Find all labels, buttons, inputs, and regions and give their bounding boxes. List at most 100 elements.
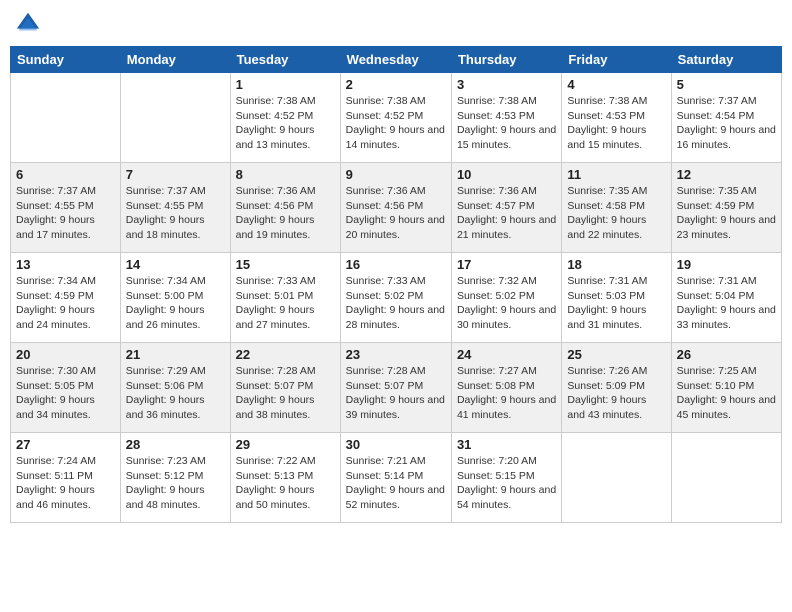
day-cell: 23 Sunrise: 7:28 AMSunset: 5:07 PMDayligh… bbox=[340, 343, 451, 433]
day-detail: Sunrise: 7:34 AMSunset: 4:59 PMDaylight:… bbox=[16, 274, 115, 333]
calendar-header-row: SundayMondayTuesdayWednesdayThursdayFrid… bbox=[11, 47, 782, 73]
day-number: 29 bbox=[236, 437, 335, 452]
day-detail: Sunrise: 7:35 AMSunset: 4:59 PMDaylight:… bbox=[677, 184, 776, 243]
day-number: 26 bbox=[677, 347, 776, 362]
day-number: 3 bbox=[457, 77, 556, 92]
day-cell bbox=[120, 73, 230, 163]
day-cell bbox=[671, 433, 781, 523]
day-detail: Sunrise: 7:36 AMSunset: 4:56 PMDaylight:… bbox=[346, 184, 446, 243]
day-cell bbox=[562, 433, 671, 523]
day-detail: Sunrise: 7:36 AMSunset: 4:56 PMDaylight:… bbox=[236, 184, 335, 243]
day-cell: 12 Sunrise: 7:35 AMSunset: 4:59 PMDayligh… bbox=[671, 163, 781, 253]
day-number: 2 bbox=[346, 77, 446, 92]
day-detail: Sunrise: 7:38 AMSunset: 4:52 PMDaylight:… bbox=[236, 94, 335, 153]
col-header-wednesday: Wednesday bbox=[340, 47, 451, 73]
week-row-5: 27Sunrise: 7:24 AMSunset: 5:11 PMDayligh… bbox=[11, 433, 782, 523]
day-detail: Sunrise: 7:34 AMSunset: 5:00 PMDaylight:… bbox=[126, 274, 225, 333]
day-cell: 14 Sunrise: 7:34 AMSunset: 5:00 PMDayligh… bbox=[120, 253, 230, 343]
day-number: 24 bbox=[457, 347, 556, 362]
day-cell: 9 Sunrise: 7:36 AMSunset: 4:56 PMDaylight… bbox=[340, 163, 451, 253]
day-cell: 11 Sunrise: 7:35 AMSunset: 4:58 PMDayligh… bbox=[562, 163, 671, 253]
day-number: 19 bbox=[677, 257, 776, 272]
day-number: 12 bbox=[677, 167, 776, 182]
day-number: 7 bbox=[126, 167, 225, 182]
day-cell: 31Sunrise: 7:20 AMSunset: 5:15 PMDayligh… bbox=[451, 433, 561, 523]
day-cell: 17Sunrise: 7:32 AMSunset: 5:02 PMDayligh… bbox=[451, 253, 561, 343]
day-number: 23 bbox=[346, 347, 446, 362]
day-cell: 29 Sunrise: 7:22 AMSunset: 5:13 PMDayligh… bbox=[230, 433, 340, 523]
day-detail: Sunrise: 7:31 AMSunset: 5:04 PMDaylight:… bbox=[677, 274, 776, 333]
day-cell: 28Sunrise: 7:23 AMSunset: 5:12 PMDayligh… bbox=[120, 433, 230, 523]
col-header-thursday: Thursday bbox=[451, 47, 561, 73]
day-detail: Sunrise: 7:35 AMSunset: 4:58 PMDaylight:… bbox=[567, 184, 665, 243]
day-cell: 30 Sunrise: 7:21 AMSunset: 5:14 PMDayligh… bbox=[340, 433, 451, 523]
calendar-table: SundayMondayTuesdayWednesdayThursdayFrid… bbox=[10, 46, 782, 523]
day-cell: 26 Sunrise: 7:25 AMSunset: 5:10 PMDayligh… bbox=[671, 343, 781, 433]
day-number: 20 bbox=[16, 347, 115, 362]
col-header-friday: Friday bbox=[562, 47, 671, 73]
logo bbox=[14, 10, 46, 38]
day-detail: Sunrise: 7:37 AMSunset: 4:55 PMDaylight:… bbox=[126, 184, 225, 243]
day-detail: Sunrise: 7:25 AMSunset: 5:10 PMDaylight:… bbox=[677, 364, 776, 423]
day-detail: Sunrise: 7:21 AMSunset: 5:14 PMDaylight:… bbox=[346, 454, 446, 513]
day-number: 21 bbox=[126, 347, 225, 362]
day-detail: Sunrise: 7:32 AMSunset: 5:02 PMDaylight:… bbox=[457, 274, 556, 333]
day-cell: 21 Sunrise: 7:29 AMSunset: 5:06 PMDayligh… bbox=[120, 343, 230, 433]
day-detail: Sunrise: 7:38 AMSunset: 4:52 PMDaylight:… bbox=[346, 94, 446, 153]
day-detail: Sunrise: 7:23 AMSunset: 5:12 PMDaylight:… bbox=[126, 454, 225, 513]
day-cell: 25 Sunrise: 7:26 AMSunset: 5:09 PMDayligh… bbox=[562, 343, 671, 433]
day-detail: Sunrise: 7:27 AMSunset: 5:08 PMDaylight:… bbox=[457, 364, 556, 423]
day-cell bbox=[11, 73, 121, 163]
day-number: 9 bbox=[346, 167, 446, 182]
day-detail: Sunrise: 7:33 AMSunset: 5:01 PMDaylight:… bbox=[236, 274, 335, 333]
day-number: 25 bbox=[567, 347, 665, 362]
col-header-saturday: Saturday bbox=[671, 47, 781, 73]
day-cell: 16Sunrise: 7:33 AMSunset: 5:02 PMDayligh… bbox=[340, 253, 451, 343]
day-number: 13 bbox=[16, 257, 115, 272]
day-number: 6 bbox=[16, 167, 115, 182]
day-detail: Sunrise: 7:28 AMSunset: 5:07 PMDaylight:… bbox=[346, 364, 446, 423]
day-number: 5 bbox=[677, 77, 776, 92]
day-detail: Sunrise: 7:36 AMSunset: 4:57 PMDaylight:… bbox=[457, 184, 556, 243]
col-header-sunday: Sunday bbox=[11, 47, 121, 73]
day-cell: 10 Sunrise: 7:36 AMSunset: 4:57 PMDayligh… bbox=[451, 163, 561, 253]
day-cell: 1Sunrise: 7:38 AMSunset: 4:52 PMDaylight… bbox=[230, 73, 340, 163]
day-detail: Sunrise: 7:37 AMSunset: 4:54 PMDaylight:… bbox=[677, 94, 776, 153]
day-detail: Sunrise: 7:29 AMSunset: 5:06 PMDaylight:… bbox=[126, 364, 225, 423]
day-cell: 19 Sunrise: 7:31 AMSunset: 5:04 PMDayligh… bbox=[671, 253, 781, 343]
week-row-4: 20 Sunrise: 7:30 AMSunset: 5:05 PMDayligh… bbox=[11, 343, 782, 433]
day-cell: 18 Sunrise: 7:31 AMSunset: 5:03 PMDayligh… bbox=[562, 253, 671, 343]
day-cell: 2 Sunrise: 7:38 AMSunset: 4:52 PMDaylight… bbox=[340, 73, 451, 163]
day-cell: 15Sunrise: 7:33 AMSunset: 5:01 PMDayligh… bbox=[230, 253, 340, 343]
day-number: 16 bbox=[346, 257, 446, 272]
day-number: 10 bbox=[457, 167, 556, 182]
day-number: 22 bbox=[236, 347, 335, 362]
day-number: 30 bbox=[346, 437, 446, 452]
col-header-monday: Monday bbox=[120, 47, 230, 73]
day-cell: 13 Sunrise: 7:34 AMSunset: 4:59 PMDayligh… bbox=[11, 253, 121, 343]
day-number: 4 bbox=[567, 77, 665, 92]
day-number: 11 bbox=[567, 167, 665, 182]
day-cell: 3Sunrise: 7:38 AMSunset: 4:53 PMDaylight… bbox=[451, 73, 561, 163]
day-detail: Sunrise: 7:37 AMSunset: 4:55 PMDaylight:… bbox=[16, 184, 115, 243]
day-cell: 27Sunrise: 7:24 AMSunset: 5:11 PMDayligh… bbox=[11, 433, 121, 523]
day-cell: 8 Sunrise: 7:36 AMSunset: 4:56 PMDaylight… bbox=[230, 163, 340, 253]
week-row-1: 1Sunrise: 7:38 AMSunset: 4:52 PMDaylight… bbox=[11, 73, 782, 163]
day-number: 8 bbox=[236, 167, 335, 182]
day-cell: 24 Sunrise: 7:27 AMSunset: 5:08 PMDayligh… bbox=[451, 343, 561, 433]
day-number: 18 bbox=[567, 257, 665, 272]
day-cell: 20 Sunrise: 7:30 AMSunset: 5:05 PMDayligh… bbox=[11, 343, 121, 433]
day-detail: Sunrise: 7:24 AMSunset: 5:11 PMDaylight:… bbox=[16, 454, 115, 513]
day-cell: 6 Sunrise: 7:37 AMSunset: 4:55 PMDaylight… bbox=[11, 163, 121, 253]
week-row-3: 13 Sunrise: 7:34 AMSunset: 4:59 PMDayligh… bbox=[11, 253, 782, 343]
day-detail: Sunrise: 7:26 AMSunset: 5:09 PMDaylight:… bbox=[567, 364, 665, 423]
day-cell: 7 Sunrise: 7:37 AMSunset: 4:55 PMDaylight… bbox=[120, 163, 230, 253]
day-number: 14 bbox=[126, 257, 225, 272]
day-detail: Sunrise: 7:28 AMSunset: 5:07 PMDaylight:… bbox=[236, 364, 335, 423]
week-row-2: 6 Sunrise: 7:37 AMSunset: 4:55 PMDaylight… bbox=[11, 163, 782, 253]
day-detail: Sunrise: 7:38 AMSunset: 4:53 PMDaylight:… bbox=[567, 94, 665, 153]
day-cell: 22 Sunrise: 7:28 AMSunset: 5:07 PMDayligh… bbox=[230, 343, 340, 433]
day-detail: Sunrise: 7:22 AMSunset: 5:13 PMDaylight:… bbox=[236, 454, 335, 513]
day-detail: Sunrise: 7:30 AMSunset: 5:05 PMDaylight:… bbox=[16, 364, 115, 423]
day-detail: Sunrise: 7:31 AMSunset: 5:03 PMDaylight:… bbox=[567, 274, 665, 333]
